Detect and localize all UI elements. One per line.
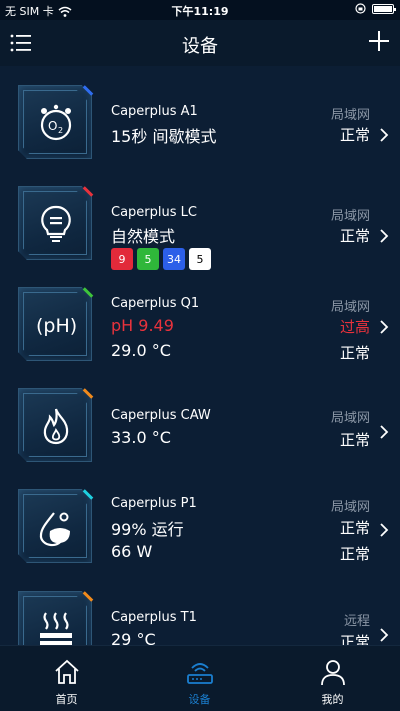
device-name: Caperplus Q1 [111, 296, 200, 311]
speed-status: 正常 [339, 519, 370, 537]
device-status: 正常 [339, 227, 370, 245]
bulb-icon [41, 205, 71, 242]
device-row-lc[interactable]: Caperplus LC 自然模式 9 5 34 5 局域网 正常 [0, 167, 400, 270]
tab-home[interactable]: 首页 [0, 646, 133, 711]
chevron-right-icon [380, 523, 389, 537]
temperature-reading: 29 °C [111, 630, 156, 645]
device-row-a1[interactable]: O 2 Caperplus A1 15秒 间歇模式 局域网 正常 [0, 66, 400, 167]
connection-type: 局域网 [330, 108, 370, 123]
channel-badges: 9 5 34 5 [111, 248, 211, 270]
heater-icon [40, 612, 72, 645]
svg-text:2: 2 [58, 126, 63, 135]
device-status: 正常 [339, 633, 370, 645]
connection-type: 局域网 [330, 500, 370, 515]
plus-icon[interactable] [368, 30, 390, 52]
tab-bar: 首页 设备 我的 [0, 645, 400, 711]
badge-blue: 34 [163, 248, 185, 270]
router-icon [187, 663, 213, 684]
chevron-right-icon [380, 229, 389, 243]
device-icon-box [18, 388, 92, 462]
svg-text:(pH): (pH) [36, 315, 76, 337]
connection-type: 局域网 [330, 300, 370, 315]
pump-speed: 99% 运行 [111, 520, 184, 539]
device-icon-box [18, 591, 92, 645]
connection-type: 局域网 [330, 411, 370, 426]
device-name: Caperplus T1 [111, 610, 197, 625]
water-drop-icon [39, 512, 70, 547]
tab-label: 我的 [321, 693, 344, 706]
flame-icon [43, 408, 69, 445]
status-right-group [355, 3, 396, 14]
battery-icon [372, 3, 396, 14]
chevron-right-icon [380, 320, 389, 334]
chevron-right-icon [380, 425, 389, 439]
chevron-right-icon [380, 128, 389, 142]
device-mode: 15秒 间歇模式 [111, 127, 217, 146]
badge-red: 9 [111, 248, 133, 270]
device-icon-box: (pH) [18, 287, 92, 361]
rotation-lock-icon [355, 3, 366, 14]
device-status: 正常 [339, 126, 370, 144]
device-icon-box [18, 186, 92, 260]
tab-profile[interactable]: 我的 [266, 646, 399, 711]
badge-white: 5 [189, 248, 211, 270]
pump-power: 66 W [111, 542, 153, 561]
device-row-p1[interactable]: Caperplus P1 99% 运行 66 W 局域网 正常 正常 [0, 470, 400, 571]
user-icon [321, 660, 345, 686]
svg-text:O: O [48, 119, 57, 133]
device-name: Caperplus A1 [111, 104, 198, 119]
chevron-right-icon [380, 628, 389, 642]
page-title: 设备 [182, 36, 218, 57]
tab-label: 首页 [55, 693, 78, 706]
ph-status: 过高 [339, 318, 370, 336]
connection-type: 远程 [343, 614, 370, 629]
device-row-caw[interactable]: Caperplus CAW 33.0 °C 局域网 正常 [0, 369, 400, 470]
device-mode: 自然模式 [111, 227, 176, 246]
tab-devices[interactable]: 设备 [133, 646, 266, 711]
power-status: 正常 [339, 545, 370, 563]
tab-label: 设备 [188, 693, 211, 706]
device-row-q1[interactable]: (pH) Caperplus Q1 pH 9.49 29.0 °C 局域网 过高… [0, 268, 400, 369]
device-name: Caperplus P1 [111, 496, 197, 511]
device-icon-box [18, 489, 92, 563]
device-status: 正常 [339, 431, 370, 449]
temperature-reading: 29.0 °C [111, 341, 171, 360]
temperature-status: 正常 [339, 344, 370, 362]
connection-type: 局域网 [330, 209, 370, 224]
temperature-reading: 33.0 °C [111, 428, 171, 447]
device-name: Caperplus LC [111, 205, 197, 220]
ph-reading: pH 9.49 [111, 316, 174, 335]
clock: 下午11:19 [171, 5, 229, 18]
home-icon [55, 659, 79, 684]
ph-icon: (pH) [36, 315, 76, 337]
device-name: Caperplus CAW [111, 408, 211, 423]
status-bar: 无 SIM 卡 下午11:19 [0, 0, 400, 20]
device-list: O 2 Caperplus A1 15秒 间歇模式 局域网 正常 Caperpl… [0, 66, 400, 645]
device-row-t1[interactable]: Caperplus T1 29 °C 远程 正常 [0, 571, 400, 645]
o2-icon: O 2 [40, 104, 72, 141]
badge-green: 5 [137, 248, 159, 270]
nav-bar: 设备 [0, 20, 400, 66]
device-icon-box: O 2 [18, 85, 92, 159]
